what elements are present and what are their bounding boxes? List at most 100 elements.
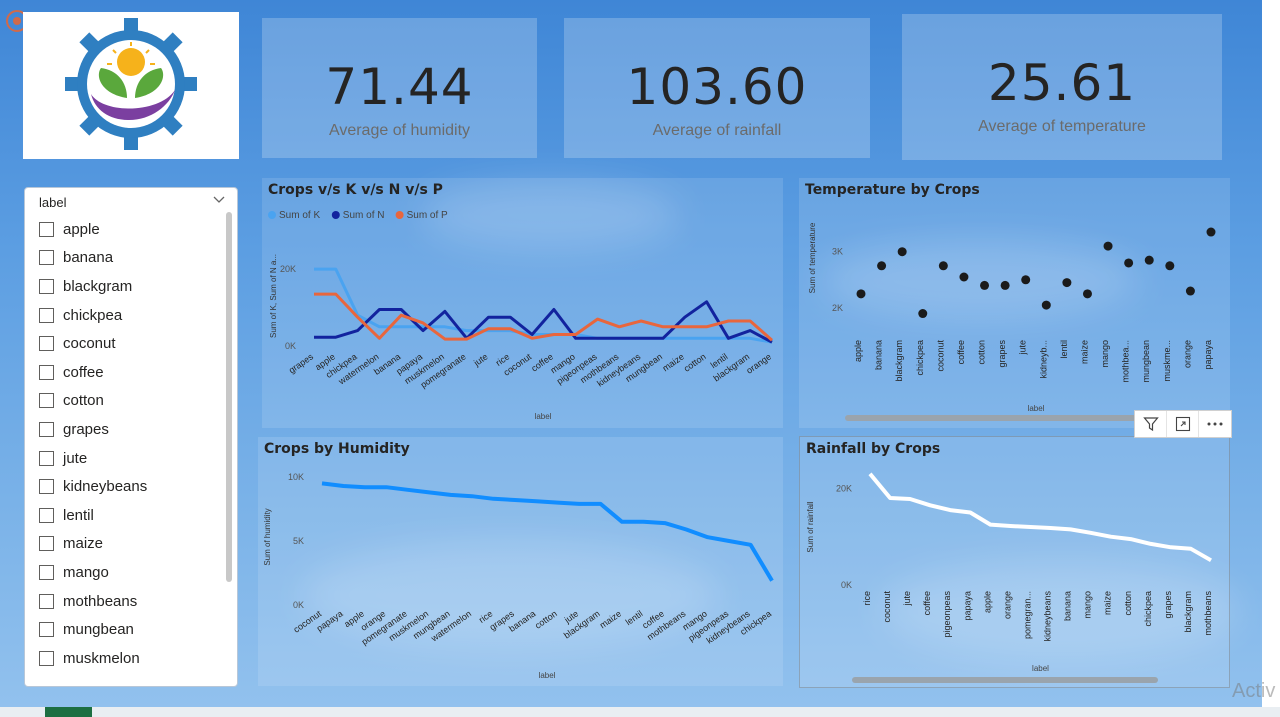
chart-rainfall[interactable]: Rainfall by Crops 0K 20K Sum of rainfall ri… — [799, 436, 1230, 688]
slicer-item-label: mothbeans — [63, 592, 138, 610]
legend-label: Sum of N — [343, 210, 385, 221]
slicer-item[interactable]: mothbeans — [39, 587, 219, 616]
npk-line-chart: 0K20KSum of K, Sum of N a...grapesapplec… — [268, 210, 773, 421]
slicer-item-label: jute — [63, 449, 88, 467]
category-label: coffee — [922, 591, 932, 615]
y-axis-label: Sum of rainfall — [806, 501, 815, 552]
category-label: blackgram — [1183, 591, 1193, 633]
slicer-item-label: muskmelon — [63, 649, 140, 667]
kpi-card-rainfall[interactable]: 103.60 Average of rainfall — [564, 18, 870, 158]
checkbox[interactable] — [39, 336, 54, 352]
slicer-item[interactable]: banana — [39, 244, 219, 273]
y-tick-label: 5K — [293, 536, 304, 546]
category-label: cotton — [977, 340, 987, 365]
slicer-item[interactable]: coconut — [39, 329, 219, 358]
category-label: jute — [1018, 340, 1028, 356]
slicer-item[interactable]: coffee — [39, 358, 219, 387]
data-point — [1103, 241, 1113, 251]
slicer-item[interactable]: kidneybeans — [39, 472, 219, 501]
more-options-button[interactable] — [1199, 411, 1231, 437]
slicer-item[interactable]: muskmelon — [39, 644, 219, 673]
kpi-card-humidity[interactable]: 71.44 Average of humidity — [262, 18, 537, 158]
slicer-item-label: apple — [63, 220, 100, 238]
data-point — [1062, 278, 1072, 288]
more-options-icon — [1207, 422, 1223, 426]
slicer-item-label: coconut — [63, 335, 116, 353]
y-tick-label: 0K — [293, 600, 304, 610]
checkbox[interactable] — [39, 364, 54, 380]
checkbox[interactable] — [39, 307, 54, 323]
category-label: mango — [1083, 591, 1093, 619]
logo-card — [23, 12, 239, 159]
legend-label: Sum of P — [407, 210, 448, 221]
data-point — [980, 280, 990, 290]
legend-marker — [331, 211, 340, 219]
slicer-item[interactable]: chickpea — [39, 301, 219, 330]
category-label: banana — [1063, 591, 1073, 621]
slicer-item-label: lentil — [63, 506, 94, 524]
slicer-item[interactable]: lentil — [39, 501, 219, 530]
category-label: orange — [1182, 340, 1192, 368]
checkbox[interactable] — [39, 450, 54, 466]
slicer-item[interactable]: cotton — [39, 387, 219, 416]
filter-icon — [1142, 417, 1159, 432]
category-label: lentil — [1059, 340, 1069, 359]
checkbox[interactable] — [39, 421, 54, 437]
y-tick-label: 0K — [285, 341, 296, 351]
data-point — [1206, 227, 1216, 237]
checkbox[interactable] — [39, 221, 54, 237]
chart-temperature[interactable]: Temperature by Crops 2K 3K Sum of temperat… — [799, 178, 1230, 428]
checkbox[interactable] — [39, 622, 54, 638]
filter-button[interactable] — [1135, 411, 1167, 437]
kpi-label: Average of humidity — [328, 122, 471, 139]
slicer-item-label: cotton — [63, 392, 104, 410]
category-label: pomegran... — [1022, 591, 1032, 639]
slicer-item[interactable]: blackgram — [39, 272, 219, 301]
kpi-value: 25.61 — [987, 54, 1137, 112]
kpi-label: Average of temperature — [978, 118, 1146, 135]
checkbox[interactable] — [39, 507, 54, 523]
category-label: grapes — [997, 340, 1007, 368]
slicer-item[interactable]: maize — [39, 530, 219, 559]
slicer-item-label: banana — [63, 249, 114, 267]
chevron-down-icon[interactable] — [213, 194, 225, 204]
slicer-item[interactable]: jute — [39, 444, 219, 473]
label-slicer[interactable]: label apple banana blackgram chickpea coconu… — [24, 187, 238, 687]
kpi-label: Average of rainfall — [652, 122, 782, 139]
window-edge — [1262, 0, 1280, 707]
checkbox[interactable] — [39, 564, 54, 580]
visual-header-toolbar — [1134, 410, 1232, 438]
chart-npk[interactable]: Crops v/s K v/s N v/s P 0K 20K Sum of K, S… — [262, 178, 783, 428]
checkbox[interactable] — [39, 536, 54, 552]
checkbox[interactable] — [39, 250, 54, 266]
page-tab[interactable] — [45, 707, 92, 717]
slicer-item[interactable]: grapes — [39, 415, 219, 444]
category-label: jute — [902, 591, 912, 607]
data-point — [897, 247, 907, 257]
checkbox[interactable] — [39, 278, 54, 294]
checkbox[interactable] — [39, 593, 54, 609]
focus-mode-icon — [1175, 416, 1190, 432]
category-label: pigeonpeas — [942, 591, 952, 638]
category-label: cotton — [682, 351, 708, 373]
category-label: papaya — [1203, 340, 1213, 370]
slicer-scrollbar[interactable] — [226, 212, 232, 582]
kpi-card-temperature[interactable]: 25.61 Average of temperature — [902, 14, 1222, 160]
slicer-item[interactable]: apple — [39, 215, 219, 244]
y-tick-label: 20K — [280, 264, 296, 274]
x-axis-label: label — [1028, 404, 1045, 413]
checkbox[interactable] — [39, 650, 54, 666]
category-label: rice — [862, 591, 872, 606]
category-label: orange — [744, 351, 773, 375]
slicer-item[interactable]: mungbean — [39, 615, 219, 644]
data-point — [1000, 280, 1010, 290]
x-axis-label: label — [539, 671, 556, 680]
chart-humidity[interactable]: Crops by Humidity 0K 5K 10K Sum of humidity… — [258, 437, 783, 686]
checkbox[interactable] — [39, 479, 54, 495]
category-label: kidneybeans — [1043, 591, 1053, 642]
focus-mode-button[interactable] — [1167, 411, 1199, 437]
checkbox[interactable] — [39, 393, 54, 409]
slicer-item[interactable]: mango — [39, 558, 219, 587]
category-label: maize — [1079, 340, 1089, 364]
category-label: mothbeans — [1203, 591, 1213, 636]
